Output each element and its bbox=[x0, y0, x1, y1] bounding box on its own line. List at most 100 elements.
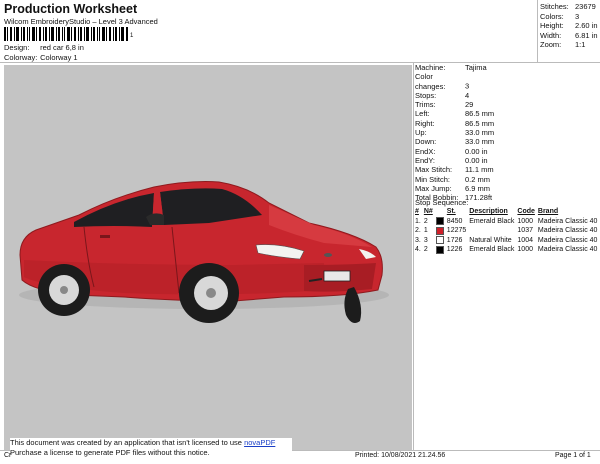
color-swatch bbox=[435, 236, 444, 245]
stop-needle: 2 bbox=[423, 217, 428, 225]
property-key: EndY: bbox=[415, 155, 436, 165]
summary-row: Zoom: 1:1 bbox=[540, 40, 598, 50]
stop-brand: Madeira Classic 40 bbox=[537, 217, 598, 225]
stop-description bbox=[469, 226, 517, 236]
table-row: 1. 2 8450 Emerald Black 1000 Madeira Cla… bbox=[415, 217, 600, 227]
barcode-number: 1 bbox=[130, 33, 134, 39]
property-row: Down: 33.0 mm bbox=[415, 137, 494, 146]
property-value: 0.2 mm bbox=[465, 174, 491, 184]
property-row: Max Stitch: 11.1 mm bbox=[415, 165, 494, 174]
car-embroidery-image bbox=[19, 181, 389, 323]
summary-value: 2.60 in bbox=[575, 21, 598, 30]
stop-stitches: 8450 bbox=[446, 217, 463, 225]
summary-key: Width: bbox=[540, 30, 562, 40]
property-value: 33.0 mm bbox=[465, 128, 495, 138]
table-row: 4. 2 1226 Emerald Black 1000 Madeira Cla… bbox=[415, 245, 600, 255]
stop-code: 1004 bbox=[517, 236, 533, 244]
summary-value: 1:1 bbox=[575, 40, 586, 49]
stop-swatch-cell bbox=[435, 236, 447, 246]
design-preview bbox=[4, 65, 412, 450]
stop-swatch-cell bbox=[435, 245, 447, 255]
property-row: Max Jump: 6.9 mm bbox=[415, 184, 494, 193]
summary-divider bbox=[537, 0, 538, 62]
property-value: 171.28ft bbox=[465, 193, 493, 203]
stop-description: Emerald Black bbox=[469, 246, 515, 254]
summary-key: Colors: bbox=[540, 11, 564, 21]
machine-properties: Machine: Tajima Color changes: 3 Stops: 4 T… bbox=[415, 63, 494, 202]
property-row: Stops: 4 bbox=[415, 91, 494, 100]
header-divider bbox=[0, 62, 600, 63]
property-key: Machine: bbox=[415, 63, 446, 72]
page-number: Page 1 of 1 bbox=[555, 452, 591, 459]
design-row: Design: red car 6,8 in bbox=[4, 43, 84, 52]
property-row: Color changes: 3 bbox=[415, 72, 494, 91]
property-value: 4 bbox=[465, 90, 470, 100]
colorway-label: Colorway: bbox=[4, 53, 38, 62]
property-key: Color changes: bbox=[415, 72, 446, 91]
summary-value: 6.81 in bbox=[575, 30, 598, 40]
stop-stitches: 1226 bbox=[446, 246, 463, 254]
summary-row: Stitches: 23679 bbox=[540, 2, 598, 12]
col-swatch bbox=[436, 207, 447, 217]
property-key: Down: bbox=[415, 137, 437, 147]
property-value: 11.1 mm bbox=[465, 165, 494, 175]
property-value: Tajima bbox=[465, 63, 487, 72]
property-row: Right: 86.5 mm bbox=[415, 119, 494, 128]
stop-brand: Madeira Classic 40 bbox=[537, 236, 598, 244]
notice-line-2: Purchase a license to generate PDF files… bbox=[10, 448, 210, 457]
barcode bbox=[4, 27, 128, 41]
summary-row: Height: 2.60 in bbox=[540, 21, 598, 31]
property-key: Min Stitch: bbox=[415, 174, 451, 184]
color-swatch bbox=[435, 245, 444, 254]
novapdf-link[interactable]: novaPDF bbox=[244, 438, 275, 447]
property-key: Max Jump: bbox=[415, 183, 452, 193]
stop-sequence-table: # N# St. Description Code Brand 1. 2 845… bbox=[415, 207, 600, 255]
property-key: EndX: bbox=[415, 146, 436, 156]
property-row: EndX: 0.00 in bbox=[415, 147, 494, 156]
stop-stitches: 1726 bbox=[446, 236, 463, 244]
stop-number: 2. bbox=[415, 227, 421, 235]
stop-number: 4. bbox=[415, 246, 421, 254]
property-value: 0.00 in bbox=[465, 155, 488, 165]
col-description: Description bbox=[469, 208, 508, 216]
summary-value: 23679 bbox=[575, 2, 596, 11]
col-brand: Brand bbox=[537, 208, 559, 216]
property-key: Left: bbox=[415, 109, 430, 119]
property-value: 0.00 in bbox=[465, 146, 488, 156]
property-key: Right: bbox=[415, 118, 435, 128]
summary-row: Width: 6.81 in bbox=[540, 31, 598, 41]
stop-description: Emerald Black bbox=[469, 217, 515, 225]
property-row: Machine: Tajima bbox=[415, 63, 494, 72]
stop-brand: Madeira Classic 40 bbox=[537, 246, 598, 254]
stop-needle: 1 bbox=[423, 227, 428, 235]
stop-code: 1000 bbox=[517, 217, 533, 225]
property-value: 29 bbox=[465, 100, 474, 110]
property-row: Min Stitch: 0.2 mm bbox=[415, 175, 494, 184]
stop-swatch-cell bbox=[435, 217, 447, 227]
colorway-row: Colorway: Colorway 1 bbox=[4, 53, 78, 62]
panel-divider bbox=[413, 62, 414, 450]
table-header-row: # N# St. Description Code Brand bbox=[415, 207, 600, 217]
col-needle: N# bbox=[423, 208, 433, 216]
property-row: EndY: 0.00 in bbox=[415, 156, 494, 165]
summary-key: Height: bbox=[540, 21, 564, 30]
notice-line-1: This document was created by an applicat… bbox=[10, 438, 292, 448]
software-name: Wilcom EmbroideryStudio – Level 3 Advanc… bbox=[4, 17, 158, 26]
stop-needle: 3 bbox=[423, 236, 428, 244]
property-value: 3 bbox=[465, 81, 470, 91]
col-code: Code bbox=[517, 208, 535, 216]
summary-row: Colors: 3 bbox=[540, 12, 598, 22]
stop-number: 1. bbox=[415, 217, 421, 225]
footer-left-text: Cr bbox=[4, 452, 12, 459]
summary-panel: Stitches: 23679 Colors: 3 Height: 2.60 in W… bbox=[540, 2, 598, 50]
property-value: 86.5 mm bbox=[465, 109, 495, 119]
color-swatch bbox=[435, 217, 444, 226]
property-value: 33.0 mm bbox=[465, 137, 495, 147]
design-label: Design: bbox=[4, 43, 30, 52]
property-row: Left: 86.5 mm bbox=[415, 109, 494, 118]
property-row: Up: 33.0 mm bbox=[415, 128, 494, 137]
summary-key: Zoom: bbox=[540, 40, 562, 49]
property-key: Stops: bbox=[415, 90, 437, 100]
worksheet-title: Production Worksheet bbox=[4, 2, 138, 16]
property-key: Max Stitch: bbox=[415, 165, 453, 175]
